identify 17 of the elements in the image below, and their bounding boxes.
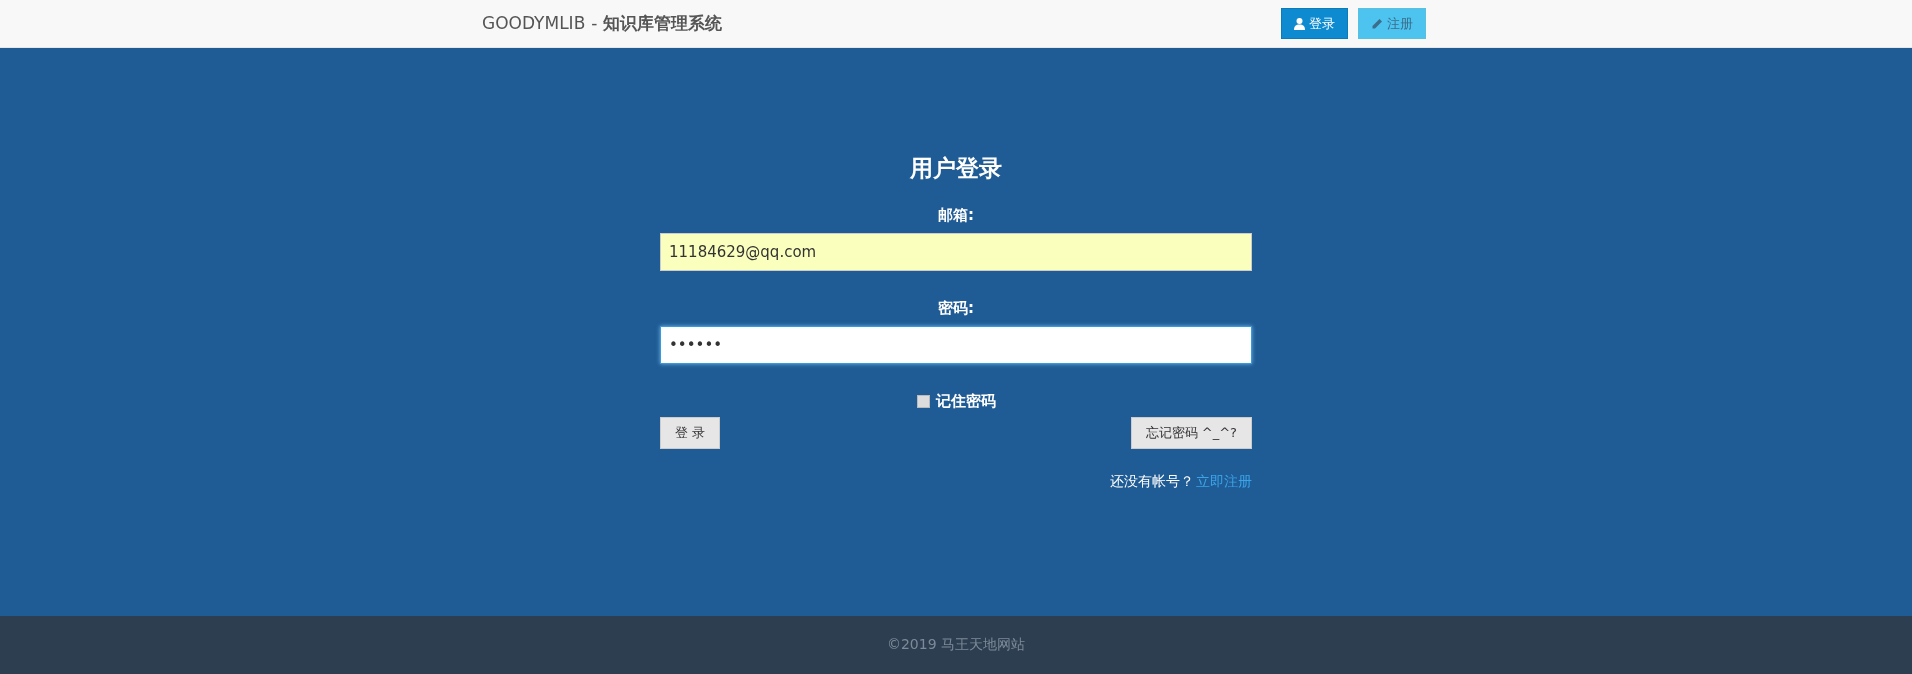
pencil-icon bbox=[1371, 17, 1383, 30]
field-label: 密码: bbox=[937, 299, 975, 318]
checkbox[interactable] bbox=[916, 395, 930, 408]
remember-label: 记住密码 bbox=[935, 392, 996, 411]
input-field[interactable]: •••••• bbox=[660, 326, 1252, 364]
login-button[interactable]: 登 录 bbox=[660, 417, 721, 449]
field-label: 邮箱: bbox=[937, 206, 975, 225]
user-icon bbox=[1294, 17, 1305, 30]
forgot-password-button[interactable]: 忘记密码 ^_^? bbox=[1130, 417, 1252, 449]
login-heading: 用户登录 bbox=[909, 154, 1003, 183]
system-title: 知识库管理系统 bbox=[603, 12, 723, 35]
brand-name: GOODYMLIB bbox=[482, 13, 586, 33]
input-field[interactable]: 11184629@qq.com bbox=[660, 233, 1252, 271]
nav-button[interactable]: 登录 bbox=[1281, 8, 1348, 39]
copyright-text: ©2019 马王天地网站 bbox=[886, 636, 1026, 654]
signup-prompt: 还没有帐号？ bbox=[1110, 473, 1194, 491]
brand-separator: - bbox=[591, 13, 598, 33]
